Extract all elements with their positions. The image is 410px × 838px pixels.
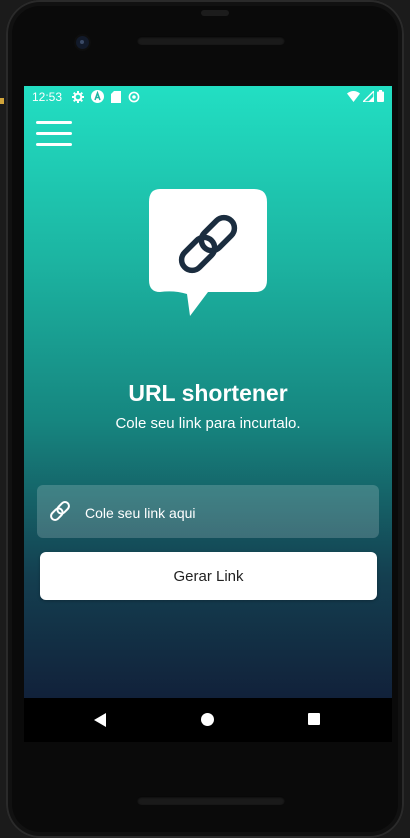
wifi-icon [347,90,360,102]
link-input[interactable] [83,485,367,540]
earpiece-speaker [137,36,285,45]
sync-icon [128,91,140,102]
bottom-speaker [137,796,285,805]
back-icon[interactable] [94,713,106,727]
side-marker [0,98,4,104]
status-left-icons [72,90,140,103]
status-time: 12:53 [32,90,63,104]
status-right-icons [347,90,384,102]
hamburger-line [36,132,72,135]
top-sensor [201,10,229,16]
generate-link-button[interactable]: Gerar Link [40,552,377,600]
link-icon [50,501,70,521]
sd-card-icon [111,90,121,103]
link-input-container[interactable] [37,485,379,540]
hamburger-icon [36,121,72,124]
app-title: URL shortener [128,380,288,406]
settings-icon [72,90,84,103]
home-icon[interactable] [201,713,214,726]
android-nav-bar [24,698,392,742]
app-screen: 12:53 URL shortener Cole seu link para i… [24,86,392,698]
chain-link-speech-bubble-icon [149,189,267,316]
status-bar: 12:53 [24,86,392,108]
front-camera [76,36,89,49]
battery-icon [377,90,384,102]
menu-button[interactable] [36,121,74,149]
a-circle-icon [91,90,104,103]
app-subtitle: Cole seu link para incurtalo. [115,415,301,432]
signal-icon [363,90,374,102]
hamburger-line [36,143,72,146]
recents-icon[interactable] [308,713,320,725]
